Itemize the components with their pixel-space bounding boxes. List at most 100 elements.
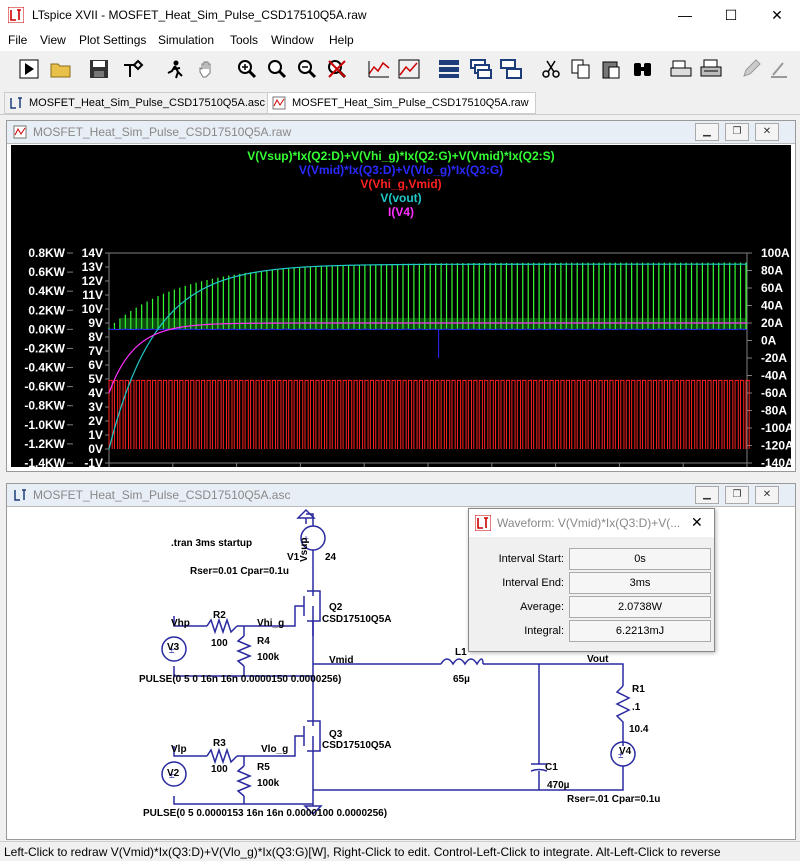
plot-minimize-button[interactable]: ▁ xyxy=(695,123,719,141)
cascade-icon[interactable] xyxy=(468,56,494,82)
vout-label: Vout xyxy=(587,654,609,665)
maximize-button[interactable]: ☐ xyxy=(708,0,754,31)
y-tick-label-voltage: 13V xyxy=(82,260,103,274)
q2-part[interactable]: CSD17510Q5A xyxy=(322,614,391,625)
y-tick-label-power: -1.0KW xyxy=(24,418,65,432)
open-icon[interactable] xyxy=(48,56,74,82)
y-tick-label-power: -1.2KW xyxy=(24,437,65,451)
y-tick-label-voltage: 11V xyxy=(82,288,103,302)
y-tick-label-current: -100A xyxy=(761,421,791,435)
q3-part[interactable]: CSD17510Q5A xyxy=(322,740,391,751)
menu-view[interactable]: View xyxy=(40,33,66,47)
v4-name: V4 xyxy=(619,746,632,757)
r1-name: R1 xyxy=(632,684,645,695)
y-tick-label-current: 0A xyxy=(761,334,777,348)
r2-value[interactable]: 100 xyxy=(211,638,228,649)
menu-simulation[interactable]: Simulation xyxy=(158,33,214,47)
v1-params[interactable]: Rser=0.01 Cpar=0.1u xyxy=(190,566,289,577)
r5-value[interactable]: 100k xyxy=(257,778,279,789)
paste-icon[interactable] xyxy=(598,56,624,82)
y-tick-label-power: -0.2KW xyxy=(24,341,65,355)
schematic-restore-button[interactable]: ❐ xyxy=(725,486,749,504)
interval-end-value: 3ms xyxy=(569,572,711,594)
plot-close-button[interactable]: ✕ xyxy=(755,123,779,141)
pulse1-source[interactable]: PULSE(0 5 0 16n 16n 0.0000150 0.0000256) xyxy=(139,674,341,685)
cut-icon[interactable] xyxy=(538,56,564,82)
toolbar xyxy=(0,52,800,88)
menu-bar: File View Plot Settings Simulation Tools… xyxy=(0,31,800,51)
plot-restore-button[interactable]: ❐ xyxy=(725,123,749,141)
y-tick-label-current: 80A xyxy=(761,264,783,278)
r1-value[interactable]: .1 xyxy=(632,702,640,713)
status-bar: Left-Click to redraw V(Vmid)*Ix(Q3:D)+V(… xyxy=(0,841,800,861)
pan-icon[interactable] xyxy=(194,56,220,82)
y-tick-label-power: 0.8KW xyxy=(28,246,65,260)
zoom-area-icon[interactable] xyxy=(264,56,290,82)
y-tick-label-current: 40A xyxy=(761,299,783,313)
copy-icon[interactable] xyxy=(568,56,594,82)
tile-horizontal-icon[interactable] xyxy=(436,56,462,82)
grid-icon[interactable] xyxy=(396,56,422,82)
menu-file[interactable]: File xyxy=(8,33,27,47)
v4-value[interactable]: 10.4 xyxy=(629,724,648,735)
zoom-cancel-icon[interactable] xyxy=(324,56,350,82)
tile-vertical-icon[interactable] xyxy=(498,56,524,82)
v2-name: V2 xyxy=(167,768,180,779)
tab-schematic[interactable]: MOSFET_Heat_Sim_Pulse_CSD17510Q5A.asc xyxy=(4,92,272,114)
menu-help[interactable]: Help xyxy=(329,33,354,47)
status-text: Left-Click to redraw V(Vmid)*Ix(Q3:D)+V(… xyxy=(4,845,721,859)
close-button[interactable]: ✕ xyxy=(754,0,800,31)
waveform-icon xyxy=(13,125,27,139)
r4-value[interactable]: 100k xyxy=(257,652,279,663)
q2-name: Q2 xyxy=(329,602,343,613)
vlp-label: Vlp xyxy=(171,744,187,755)
move-icon[interactable] xyxy=(766,56,792,82)
r3-value[interactable]: 100 xyxy=(211,764,228,775)
schematic-minimize-button[interactable]: ▁ xyxy=(695,486,719,504)
tran-directive[interactable]: .tran 3ms startup xyxy=(171,538,252,549)
menu-window[interactable]: Window xyxy=(271,33,314,47)
menu-plot-settings[interactable]: Plot Settings xyxy=(79,33,146,47)
print-icon[interactable] xyxy=(698,56,724,82)
y-tick-label-power: 0.2KW xyxy=(28,303,65,317)
v3-name: V3 xyxy=(167,642,180,653)
y-tick-label-power: 0.0KW xyxy=(28,322,65,336)
average-value: 2.0738W xyxy=(569,596,711,618)
control-panel-icon[interactable] xyxy=(120,56,146,82)
zoom-in-icon[interactable] xyxy=(234,56,260,82)
menu-tools[interactable]: Tools xyxy=(230,33,258,47)
v1-value[interactable]: 24 xyxy=(325,552,336,563)
interval-start-value: 0s xyxy=(569,548,711,570)
document-tabs: MOSFET_Heat_Sim_Pulse_CSD17510Q5A.asc MO… xyxy=(0,90,800,115)
v1-name: V1 xyxy=(287,552,300,563)
tab-waveform[interactable]: MOSFET_Heat_Sim_Pulse_CSD17510Q5A.raw xyxy=(267,92,536,114)
autorange-icon[interactable] xyxy=(366,56,392,82)
y-tick-label-voltage: 0V xyxy=(88,442,103,456)
minimize-button[interactable]: — xyxy=(662,0,708,31)
schematic-window-title: MOSFET_Heat_Sim_Pulse_CSD17510Q5A.asc xyxy=(33,488,291,502)
c1-value[interactable]: 470µ xyxy=(547,780,569,791)
schematic-close-button[interactable]: ✕ xyxy=(755,486,779,504)
waveform-icon xyxy=(272,96,286,110)
tab-label: MOSFET_Heat_Sim_Pulse_CSD17510Q5A.raw xyxy=(292,97,529,109)
r5-name: R5 xyxy=(257,762,270,773)
edit-icon[interactable] xyxy=(738,56,764,82)
q3-name: Q3 xyxy=(329,729,343,740)
y-tick-label-voltage: 14V xyxy=(82,246,103,260)
print-preview-icon[interactable] xyxy=(668,56,694,82)
plot-area[interactable]: V(Vsup)*Ix(Q2:D)+V(Vhi_g)*Ix(Q2:G)+V(Vmi… xyxy=(11,145,791,467)
interval-end-label: Interval End: xyxy=(502,577,564,589)
l1-value[interactable]: 65µ xyxy=(453,674,470,685)
find-icon[interactable] xyxy=(630,56,656,82)
y-tick-label-current: -60A xyxy=(761,386,787,400)
y-tick-label-voltage: 6V xyxy=(88,358,103,372)
run-icon[interactable] xyxy=(16,56,42,82)
window-title: LTspice XVII - MOSFET_Heat_Sim_Pulse_CSD… xyxy=(32,8,367,22)
halt-icon[interactable] xyxy=(162,56,188,82)
zoom-out-icon[interactable] xyxy=(294,56,320,82)
dialog-close-button[interactable]: ✕ xyxy=(691,514,703,531)
save-icon[interactable] xyxy=(86,56,112,82)
c1-params[interactable]: Rser=.01 Cpar=0.1u xyxy=(567,794,660,805)
pulse2-source[interactable]: PULSE(0 5 0.0000153 16n 16n 0.0000100 0.… xyxy=(143,808,387,819)
c1-name: C1 xyxy=(545,762,558,773)
